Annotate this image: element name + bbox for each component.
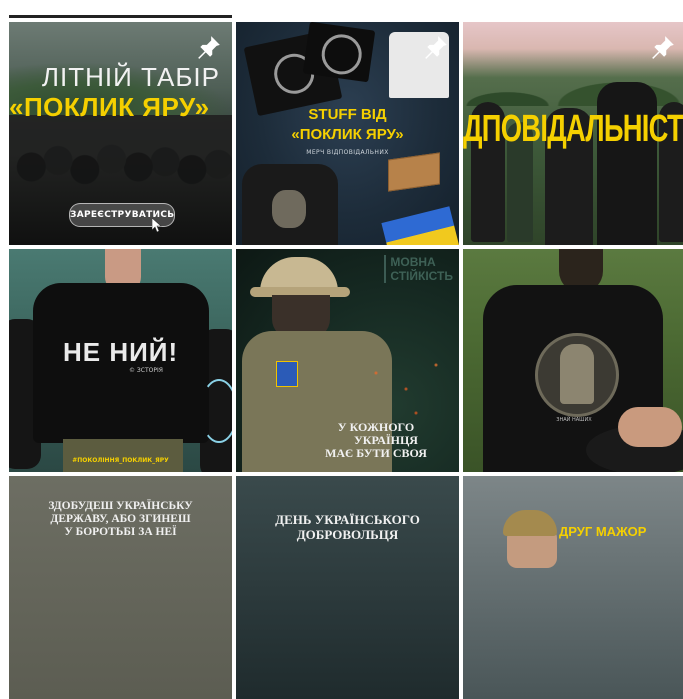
post-headline: ДПОВІДАЛЬНІСТ [463,108,683,150]
post-tile-volunteer-day[interactable]: ДЕНЬ УКРАЇНСЬКОГО ДОБРОВОЛЬЦЯ [236,476,459,699]
post-tile-ne-nyi-tshirt[interactable]: НЕ НИЙ! © ЗСТОРІЯ #ПОКОЛІННЯ_ПОКЛИК_ЯРУ [9,249,232,472]
watermark-line1: МОВНА [390,255,436,269]
pin-icon [650,34,676,60]
print-caption: ЗНАЙ НАШИХ [556,417,592,423]
person-figure [597,82,657,245]
pin-icon [196,34,222,60]
quote-line1: ЗДОБУДЕШ УКРАЇНСЬКУ [48,500,193,512]
tshirt-slogan: НЕ НИЙ! [63,337,179,367]
portrait-print [272,190,306,228]
camo-pants-image [63,439,183,472]
tshirt-brand: © ЗСТОРІЯ [129,367,163,374]
post-tile-language-resilience[interactable]: МОВНА СТІЙКІСТЬ У КОЖНОГО УКРАЇНЦЯ МАЄ Б… [236,249,459,472]
ukrainian-flag-patch [381,206,459,245]
post-tile-merch[interactable]: STUFF ВІД «ПОКЛИК ЯРУ» МЕРЧ ВІДПОВІДАЛЬН… [236,22,459,245]
spark-particles [356,349,456,429]
portrait-figure [560,344,594,404]
quote-line3: У БОРОТЬБІ ЗА НЕЇ [64,526,177,538]
emblem-icon [319,31,365,77]
post-heading-line1: ЛІТНІЙ ТАБІР [41,62,220,92]
post-label: ДРУГ МАЖОР [559,524,647,539]
watermark-line2: СТІЙКІСТЬ [390,269,453,283]
package-box-image [388,152,440,192]
hand-image [618,407,682,447]
posts-grid: ЛІТНІЙ ТАБІР «ПОКЛИК ЯРУ» ЗАРЕЄСТРУВАТИС… [9,22,683,699]
decorative-ring [200,379,232,443]
heading-line1: ДЕНЬ УКРАЇНСЬКОГО [275,512,420,527]
post-heading-line2: «ПОКЛИК ЯРУ» [9,92,210,122]
post-heading-line2: «ПОКЛИК ЯРУ» [291,126,404,143]
portrait-print [535,333,619,417]
black-flag-image [302,22,376,83]
quote-line2: ДЕРЖАВУ, АБО ЗГИНЕШ [50,513,191,525]
cap-image [503,510,557,536]
series-watermark: МОВНА СТІЙКІСТЬ [384,255,453,283]
post-hashtag: #ПОКОЛІННЯ_ПОКЛИК_ЯРУ [72,457,169,464]
post-heading-line1: STUFF ВІД [308,106,387,123]
post-tile-summer-camp[interactable]: ЛІТНІЙ ТАБІР «ПОКЛИК ЯРУ» ЗАРЕЄСТРУВАТИС… [9,22,232,245]
sweatshirt-image [242,164,338,245]
post-tile-sweatshirt[interactable]: ЗНАЙ НАШИХ [463,249,683,472]
post-heading: ДЕНЬ УКРАЇНСЬКОГО ДОБРОВОЛЬЦЯ [236,512,459,542]
post-tile-quote-state[interactable]: ЗДОБУДЕШ УКРАЇНСЬКУ ДЕРЖАВУ, АБО ЗГИНЕШ … [9,476,232,699]
quote-line3: МАЄ БУТИ СВОЯ [325,446,427,460]
active-tab-indicator [9,15,232,18]
cursor-icon [152,218,162,232]
post-tile-responsibility[interactable]: ДПОВІДАЛЬНІСТ [463,22,683,245]
post-quote: ЗДОБУДЕШ УКРАЇНСЬКУ ДЕРЖАВУ, АБО ЗГИНЕШ … [9,500,232,539]
trident-patch-icon [276,361,298,387]
post-quote: У КОЖНОГО УКРАЇНЦЯ МАЄ БУТИ СВОЯ [296,421,456,460]
post-tile-friend-major[interactable]: ДРУГ МАЖОР [463,476,683,699]
pin-icon [423,34,449,60]
